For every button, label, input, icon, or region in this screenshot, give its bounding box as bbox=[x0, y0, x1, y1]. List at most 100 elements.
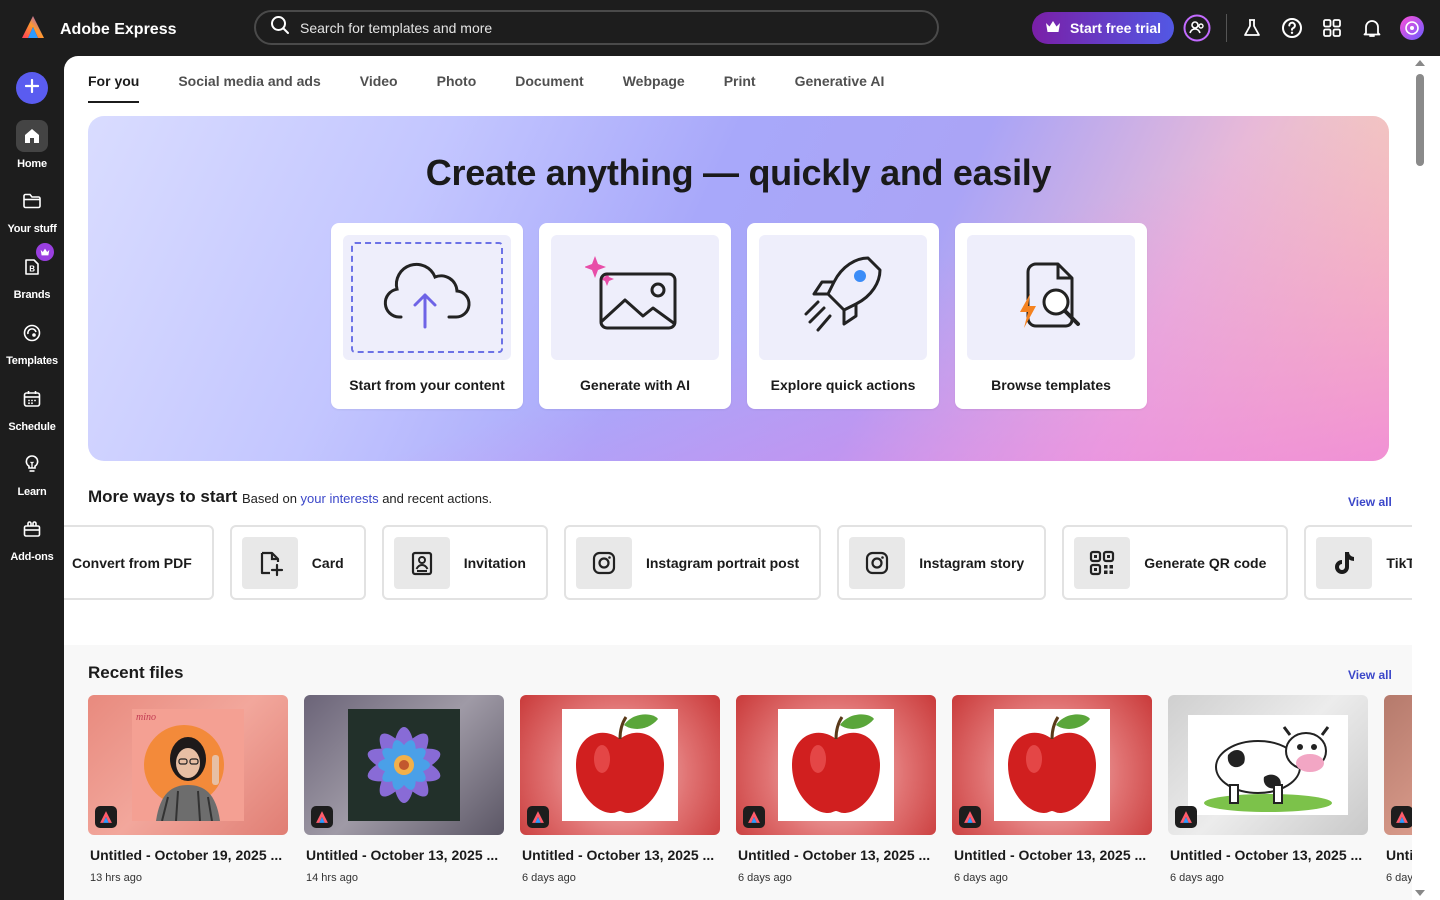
explore-quick-actions-card[interactable]: Explore quick actions bbox=[747, 223, 939, 409]
tab-print[interactable]: Print bbox=[724, 73, 756, 103]
chip-generate-qr-code[interactable]: Generate QR code bbox=[1062, 525, 1289, 600]
chip-label: Card bbox=[311, 554, 344, 571]
logo-icon bbox=[20, 14, 46, 45]
main-content: For you Social media and ads Video Photo… bbox=[64, 56, 1412, 900]
subtitle-suffix: and recent actions. bbox=[378, 491, 493, 506]
start-free-trial-button[interactable]: Start free trial bbox=[1032, 12, 1174, 44]
rail-item-schedule[interactable]: Schedule bbox=[0, 383, 64, 433]
rail-label: Templates bbox=[6, 355, 58, 367]
apple-thumbnail-image bbox=[778, 709, 894, 821]
tab-webpage[interactable]: Webpage bbox=[623, 73, 685, 103]
help-icon[interactable] bbox=[1278, 14, 1306, 42]
quick-start-chips: Convert from PDF Card Invitation Instagr… bbox=[64, 525, 1412, 600]
scrollbar-thumb[interactable] bbox=[1416, 74, 1424, 166]
tab-generative-ai[interactable]: Generative AI bbox=[795, 73, 885, 103]
card-label: Start from your content bbox=[349, 377, 505, 393]
instagram-icon bbox=[849, 536, 906, 589]
avatar[interactable] bbox=[1398, 14, 1426, 42]
share-people-icon[interactable] bbox=[1183, 14, 1211, 42]
cow-thumbnail-image bbox=[1188, 715, 1348, 815]
rail-label: Home bbox=[17, 158, 47, 170]
crown-icon bbox=[1045, 20, 1061, 36]
recent-file[interactable]: Untitled - October 13, 2025 ... 6 days a… bbox=[520, 695, 720, 884]
addons-icon bbox=[16, 513, 48, 545]
chip-instagram-story[interactable]: Instagram story bbox=[837, 525, 1047, 600]
tab-photo[interactable]: Photo bbox=[437, 73, 477, 103]
premium-crown-icon bbox=[36, 243, 54, 261]
recent-view-all-link[interactable]: View all bbox=[1348, 668, 1392, 682]
rail-label: Brands bbox=[13, 289, 51, 301]
hero-cards: Start from your content Generate with AI… bbox=[331, 223, 1147, 409]
page-scrollbar[interactable] bbox=[1412, 56, 1440, 900]
file-time: 6 days ago bbox=[738, 872, 792, 884]
lightbulb-icon bbox=[16, 448, 48, 480]
file-name: Untitled - October 13, 2025 ... bbox=[1386, 847, 1412, 863]
file-name: Untitled - October 13, 2025 ... bbox=[522, 847, 715, 863]
tab-video[interactable]: Video bbox=[360, 73, 398, 103]
flask-icon[interactable] bbox=[1238, 14, 1266, 42]
rail-item-your-stuff[interactable]: Your stuff bbox=[0, 185, 64, 235]
chip-convert-from-pdf[interactable]: Convert from PDF bbox=[64, 525, 214, 600]
card-label: Browse templates bbox=[991, 377, 1111, 393]
more-view-all-link[interactable]: View all bbox=[1348, 495, 1392, 509]
file-thumbnail bbox=[1384, 695, 1412, 835]
rail-item-learn[interactable]: Learn bbox=[0, 448, 64, 498]
file-time: 6 days ago bbox=[1386, 872, 1412, 884]
brand[interactable]: Adobe Express bbox=[20, 14, 176, 45]
file-time: 6 days ago bbox=[522, 872, 576, 884]
apple-thumbnail-image bbox=[562, 709, 678, 821]
file-name: Untitled - October 13, 2025 ... bbox=[954, 847, 1147, 863]
create-new-button[interactable] bbox=[16, 72, 48, 104]
subtitle-prefix: Based on bbox=[242, 491, 301, 506]
rail-item-brands[interactable]: B Brands bbox=[0, 243, 64, 301]
chip-card[interactable]: Card bbox=[229, 525, 366, 600]
file-time: 6 days ago bbox=[1170, 872, 1224, 884]
chip-label: Instagram story bbox=[919, 554, 1025, 571]
your-interests-link[interactable]: your interests bbox=[301, 491, 379, 506]
scroll-up-arrow-icon[interactable] bbox=[1414, 58, 1426, 68]
chip-instagram-portrait-post[interactable]: Instagram portrait post bbox=[563, 525, 822, 600]
bell-icon[interactable] bbox=[1358, 14, 1386, 42]
file-thumbnail bbox=[1168, 695, 1368, 835]
file-time: 14 hrs ago bbox=[306, 872, 358, 884]
scroll-down-arrow-icon[interactable] bbox=[1414, 888, 1426, 898]
chip-label: Convert from PDF bbox=[72, 554, 192, 571]
express-badge-icon bbox=[1175, 806, 1197, 828]
recent-file[interactable]: Untitled - October 13, 2025 ... 6 days a… bbox=[736, 695, 936, 884]
chip-label: Generate QR code bbox=[1144, 554, 1267, 571]
recent-files-title: Recent files bbox=[88, 663, 184, 682]
card-art bbox=[967, 235, 1135, 360]
portrait-thumbnail-image: mino bbox=[132, 709, 244, 821]
tab-social-media[interactable]: Social media and ads bbox=[178, 73, 320, 103]
chip-label: TikTok video bbox=[1386, 554, 1412, 571]
search-input[interactable] bbox=[300, 19, 900, 36]
top-bar: Adobe Express Start free trial bbox=[0, 0, 1440, 56]
apps-grid-icon[interactable] bbox=[1318, 14, 1346, 42]
tab-for-you[interactable]: For you bbox=[88, 73, 140, 103]
rail-item-add-ons[interactable]: Add-ons bbox=[0, 513, 64, 563]
file-time: 13 hrs ago bbox=[90, 872, 142, 884]
recent-file[interactable]: Untitled - October 13, 2025 ... 6 days a… bbox=[952, 695, 1152, 884]
chip-tiktok-video[interactable]: TikTok video bbox=[1304, 525, 1412, 600]
search-document-icon bbox=[1006, 250, 1096, 345]
browse-templates-card[interactable]: Browse templates bbox=[955, 223, 1147, 409]
express-badge-icon bbox=[1391, 806, 1412, 828]
rail-label: Your stuff bbox=[7, 223, 57, 235]
rail-item-home[interactable]: Home bbox=[0, 120, 64, 170]
recent-file[interactable]: mino Untitled - October 19, 2025 ... 13 … bbox=[88, 695, 288, 884]
file-thumbnail bbox=[736, 695, 936, 835]
search-bar[interactable] bbox=[254, 10, 939, 45]
generate-with-ai-card[interactable]: Generate with AI bbox=[539, 223, 731, 409]
recent-file[interactable]: Untitled - October 13, 2025 ... 14 hrs a… bbox=[304, 695, 504, 884]
recent-file[interactable]: Untitled - October 13, 2025 ... 6 days a… bbox=[1168, 695, 1368, 884]
file-name: Untitled - October 13, 2025 ... bbox=[738, 847, 931, 863]
category-tabs: For you Social media and ads Video Photo… bbox=[88, 73, 884, 103]
recent-file[interactable]: Untitled - October 13, 2025 ... 6 days a… bbox=[1384, 695, 1412, 884]
chip-invitation[interactable]: Invitation bbox=[381, 525, 548, 600]
card-add-icon bbox=[241, 536, 298, 589]
rail-item-templates[interactable]: Templates bbox=[0, 317, 64, 367]
tab-document[interactable]: Document bbox=[515, 73, 583, 103]
app-name: Adobe Express bbox=[60, 20, 177, 38]
left-rail: Home Your stuff B Brands Templates Sched… bbox=[0, 56, 64, 900]
start-from-content-card[interactable]: Start from your content bbox=[331, 223, 523, 409]
